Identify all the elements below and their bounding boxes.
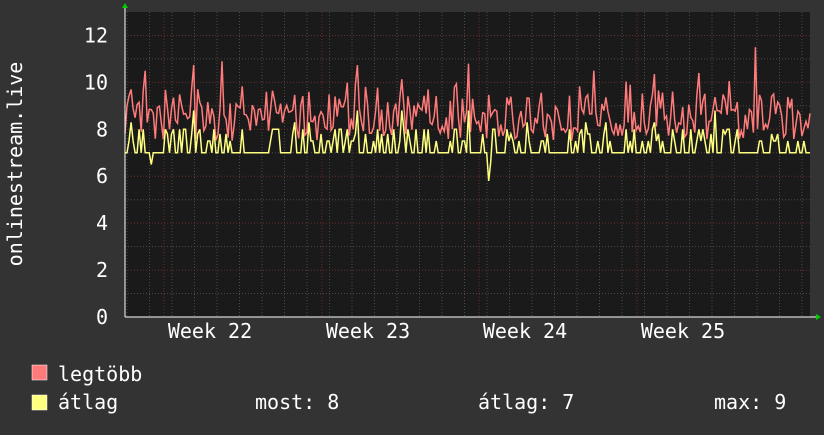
y-tick-label: 6 xyxy=(96,164,108,188)
x-tick-label: Week 23 xyxy=(326,319,410,343)
legend-label-atlag: átlag xyxy=(58,390,118,414)
y-tick-label: 0 xyxy=(96,305,108,329)
y-axis-label: onlinestream.live xyxy=(3,62,27,267)
x-tick-label: Week 24 xyxy=(483,319,567,343)
plot-area xyxy=(125,12,810,317)
y-tick-label: 4 xyxy=(96,211,108,235)
legend-swatch-atlag xyxy=(31,394,48,411)
legend-swatch-legtobb xyxy=(31,364,48,381)
x-tick-label: Week 22 xyxy=(168,319,252,343)
x-tick-label: Week 25 xyxy=(641,319,725,343)
stat-max: max: 9 xyxy=(714,390,786,414)
stat-atlag: átlag: 7 xyxy=(478,390,574,414)
chart-svg: 0 2 4 6 8 10 12 Week 22 Week 23 Week 24 Week 25 on… xyxy=(0,0,824,430)
y-tick-label: 10 xyxy=(84,70,108,94)
stat-most: most: 8 xyxy=(255,390,339,414)
legend-label-legtobb: legtöbb xyxy=(58,362,142,386)
y-tick-label: 2 xyxy=(96,258,108,282)
y-tick-label: 8 xyxy=(96,117,108,141)
chart: 0 2 4 6 8 10 12 Week 22 Week 23 Week 24 Week 25 on… xyxy=(0,0,824,430)
y-tick-label: 12 xyxy=(84,23,108,47)
